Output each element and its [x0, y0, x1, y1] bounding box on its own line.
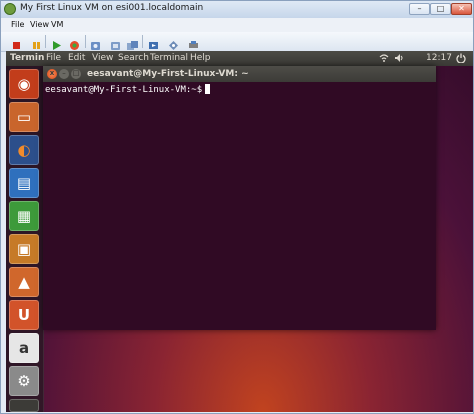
revert-icon[interactable] [110, 36, 121, 50]
terminal-window[interactable]: x – □ eesavant@My-First-Linux-VM: ~ eesa… [43, 66, 436, 330]
panel-menu-view[interactable]: View [92, 53, 113, 63]
settings-icon[interactable]: ⚙ [9, 366, 39, 396]
files-icon[interactable]: ▭ [9, 102, 39, 132]
panel-app-name: Termin [10, 53, 45, 63]
snapshot-icon[interactable] [90, 36, 101, 50]
power-icon[interactable] [456, 53, 466, 66]
menu-file[interactable]: File [11, 20, 24, 29]
terminal-title: eesavant@My-First-Linux-VM: ~ [87, 69, 249, 79]
menubar: File View VM [1, 18, 473, 32]
panel-menu-terminal[interactable]: Terminal [150, 53, 188, 63]
minimize-button[interactable]: – [409, 3, 430, 15]
close-button[interactable]: ✕ [451, 3, 472, 15]
manage-snapshots-icon[interactable] [127, 36, 138, 50]
terminal-prompt: eesavant@My-First-Linux-VM:~$ [45, 85, 203, 95]
panel-menu-search[interactable]: Search [118, 53, 149, 63]
stop-icon[interactable] [11, 36, 22, 49]
connect-device-icon[interactable] [188, 36, 199, 48]
pause-icon[interactable] [31, 36, 42, 49]
menu-vm[interactable]: VM [51, 20, 63, 29]
toolbar-separator [142, 35, 143, 48]
console-settings-icon[interactable] [148, 36, 159, 49]
unity-launcher: ◉ ▭ ◐ ▤ ▦ ▣ ▲ U a ⚙ [6, 66, 44, 412]
menu-view[interactable]: View [30, 20, 49, 29]
text-cursor [205, 84, 211, 94]
guest-desktop[interactable]: Termin File Edit View Search Terminal He… [6, 51, 473, 412]
volume-icon[interactable] [394, 53, 404, 66]
impress-icon[interactable]: ▣ [9, 234, 39, 264]
maximize-button[interactable]: □ [430, 3, 451, 15]
toolbar-separator [45, 35, 46, 48]
toolbar [1, 32, 473, 52]
window-titlebar[interactable]: My First Linux VM on esi001.localdomain … [1, 1, 473, 18]
vm-app-icon [4, 3, 16, 15]
terminal-prompt-line[interactable]: eesavant@My-First-Linux-VM:~$ [45, 84, 211, 95]
terminal-icon[interactable] [9, 399, 39, 412]
terminal-close-button[interactable]: x [47, 69, 57, 79]
amazon-icon[interactable]: a [9, 333, 39, 363]
play-icon[interactable] [51, 36, 62, 50]
dash-icon[interactable]: ◉ [9, 69, 39, 99]
software-center-icon[interactable]: ▲ [9, 267, 39, 297]
firefox-icon[interactable]: ◐ [9, 135, 39, 165]
panel-menu-help[interactable]: Help [190, 53, 211, 63]
ubuntu-one-icon[interactable]: U [9, 300, 39, 330]
toolbar-separator [85, 35, 86, 48]
writer-icon[interactable]: ▤ [9, 168, 39, 198]
terminal-maximize-button[interactable]: □ [71, 69, 81, 79]
vm-console-window: My First Linux VM on esi001.localdomain … [0, 0, 474, 414]
terminal-body[interactable]: eesavant@My-First-Linux-VM:~$ [43, 82, 436, 330]
calc-icon[interactable]: ▦ [9, 201, 39, 231]
panel-menu-edit[interactable]: Edit [68, 53, 85, 63]
terminal-titlebar[interactable]: x – □ eesavant@My-First-Linux-VM: ~ [43, 66, 436, 82]
terminal-minimize-button[interactable]: – [59, 69, 69, 79]
send-ctrl-alt-del-icon[interactable] [168, 36, 179, 50]
clock[interactable]: 12:17 [426, 53, 452, 63]
top-panel: Termin File Edit View Search Terminal He… [6, 51, 473, 66]
panel-menu-file[interactable]: File [46, 53, 61, 63]
reset-icon[interactable] [69, 36, 80, 50]
network-icon[interactable] [379, 53, 389, 66]
window-title: My First Linux VM on esi001.localdomain [20, 3, 204, 13]
